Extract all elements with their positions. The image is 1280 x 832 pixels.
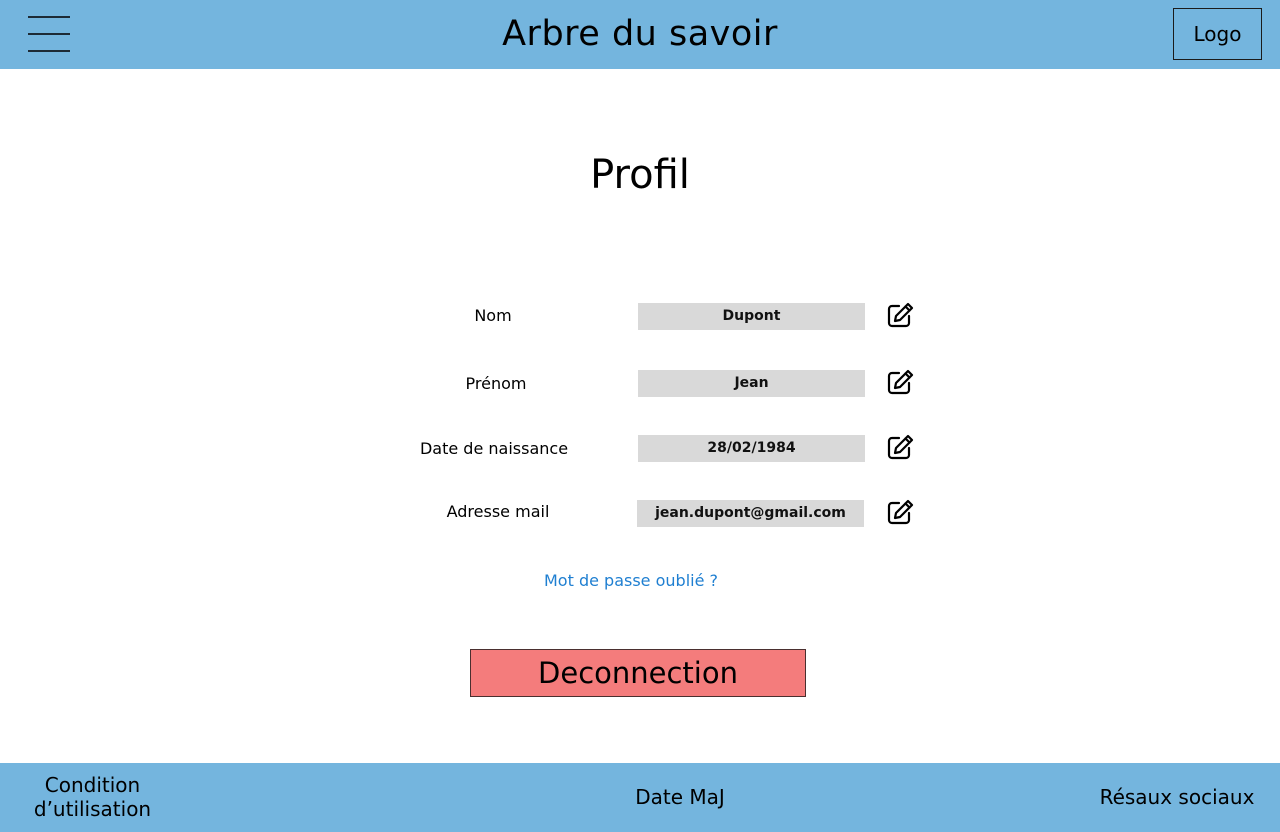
field-date-naissance: 28/02/1984 <box>638 435 865 462</box>
edit-icon[interactable] <box>886 301 914 329</box>
edit-icon[interactable] <box>886 368 914 396</box>
header-bar: Arbre du savoir Logo <box>0 0 1280 69</box>
field-prenom: Jean <box>638 370 865 397</box>
logout-button[interactable]: Deconnection <box>470 649 806 697</box>
logo[interactable]: Logo <box>1173 8 1262 60</box>
field-adresse-mail: jean.dupont@gmail.com <box>637 500 864 527</box>
footer-terms-line1: Condition <box>44 773 141 797</box>
page-title: Profil <box>590 152 690 198</box>
footer-social-link[interactable]: Résaux sociaux <box>1088 785 1266 809</box>
field-nom: Dupont <box>638 303 865 330</box>
footer-bar: Condition d’utilisation Date MaJ Résaux … <box>0 763 1280 832</box>
forgot-password-link[interactable]: Mot de passe oublié ? <box>0 571 1262 591</box>
footer-terms-line2: d’utilisation <box>33 797 152 821</box>
footer-terms-link[interactable]: Condition d’utilisation <box>10 773 175 821</box>
app-title: Arbre du savoir <box>502 14 778 54</box>
label-nom: Nom <box>474 306 512 325</box>
label-prenom: Prénom <box>465 374 527 393</box>
label-date-naissance: Date de naissance <box>419 439 569 458</box>
edit-icon[interactable] <box>886 433 914 461</box>
footer-update-date: Date MaJ <box>635 785 725 809</box>
edit-icon[interactable] <box>886 498 914 526</box>
label-adresse-mail: Adresse mail <box>446 502 550 521</box>
